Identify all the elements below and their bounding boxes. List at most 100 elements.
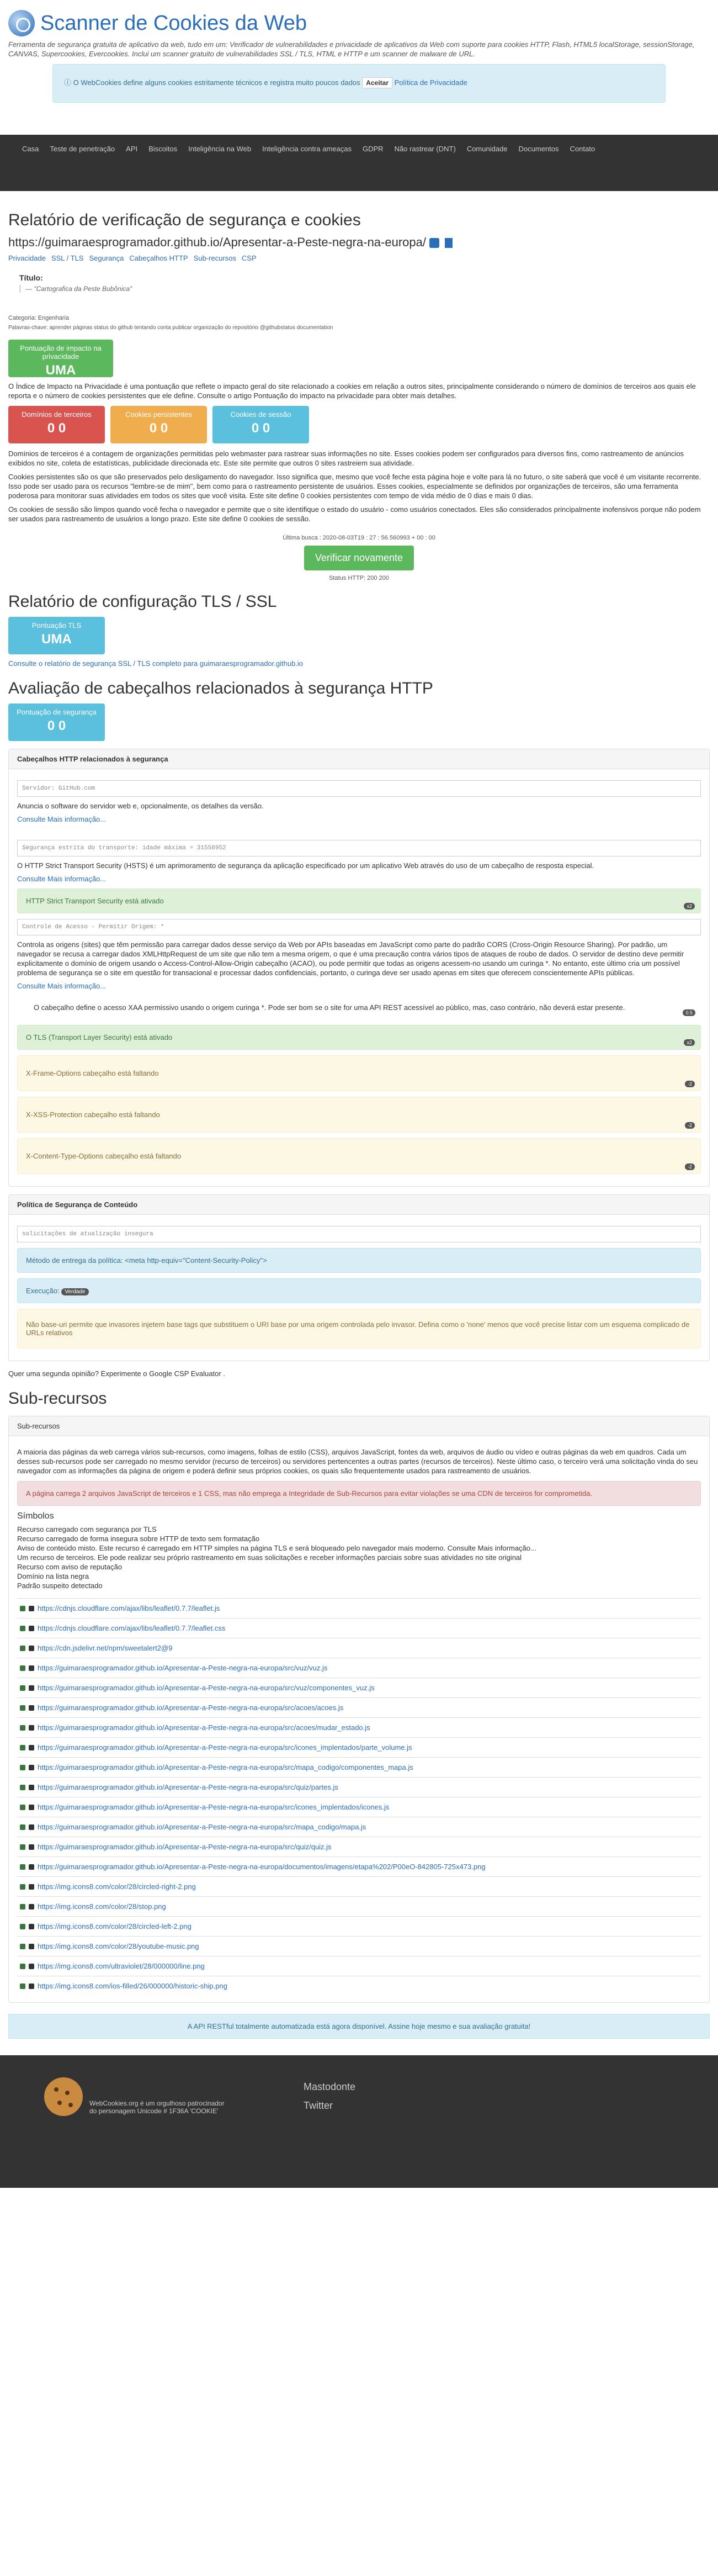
subresource-item: https://guimaraesprogramador.github.io/A… (17, 1658, 701, 1678)
subresource-link[interactable]: https://guimaraesprogramador.github.io/A… (38, 1743, 412, 1752)
tls-ok-text: O TLS (Transport Layer Security) está at… (26, 1033, 173, 1041)
server-more-link[interactable]: Consulte Mais informação... (17, 815, 106, 823)
nav-item[interactable]: Comunidade (461, 135, 513, 163)
subresource-item: https://img.icons8.com/ultraviolet/28/00… (17, 1956, 701, 1976)
subresource-item: https://img.icons8.com/color/28/youtube-… (17, 1936, 701, 1956)
privacy-impact-badge: Pontuação de impacto na privacidade UMA (8, 340, 113, 378)
tls-report-link[interactable]: Consulte o relatório de segurança SSL / … (8, 659, 303, 668)
nav-item[interactable]: Biscoitos (143, 135, 183, 163)
subresource-link[interactable]: https://guimaraesprogramador.github.io/A… (38, 1763, 413, 1771)
third-party-icon (29, 1864, 34, 1870)
sponsor-text: WebCookies.org é um orgulhoso patrocinad… (89, 2099, 225, 2115)
subresource-item: https://guimaraesprogramador.github.io/A… (17, 1697, 701, 1717)
lock-icon (20, 1665, 25, 1671)
main-nav: Casa Teste de penetração API Biscoitos Intel… (0, 135, 718, 191)
acao-more-link[interactable]: Consulte Mais informação... (17, 982, 106, 990)
privacy-policy-link[interactable]: Política de Privacidade (395, 78, 467, 87)
report-sublink[interactable]: SSL / TLS (51, 254, 84, 262)
badge-label: Cookies persistentes (125, 410, 192, 419)
cookie-notice: ⓘ O WebCookies define alguns cookies est… (52, 64, 666, 103)
subresource-link[interactable]: https://img.icons8.com/ultraviolet/28/00… (38, 1962, 205, 1970)
subresource-link[interactable]: https://guimaraesprogramador.github.io/A… (38, 1684, 375, 1692)
keywords: Palavras-chave: aprender páginas status … (8, 325, 333, 331)
nav-item[interactable]: Casa (17, 135, 44, 163)
lock-icon (20, 1824, 25, 1830)
nav-item[interactable]: Inteligência contra ameaças (257, 135, 357, 163)
nav-item[interactable]: Inteligência na Web (183, 135, 257, 163)
report-sublink[interactable]: CSP (242, 254, 257, 262)
security-score-value: 0 0 (47, 718, 66, 733)
csp-code: solicitações de atualização insegura (17, 1226, 701, 1242)
nav-item[interactable]: Teste de penetração (44, 135, 120, 163)
subresource-link[interactable]: https://img.icons8.com/ios-filled/26/000… (38, 1982, 227, 1990)
nav-item[interactable]: Não rastrear (DNT) (389, 135, 461, 163)
subresource-link[interactable]: https://cdnjs.cloudflare.com/ajax/libs/l… (38, 1604, 220, 1612)
cookie-badges: Domínios de terceiros 0 0 Cookies persiste… (8, 406, 710, 443)
subresource-item: https://guimaraesprogramador.github.io/A… (17, 1817, 701, 1837)
external-link-icon[interactable] (429, 238, 440, 248)
session-text: Os cookies de sessão são limpos quando v… (8, 505, 701, 523)
report-sublink[interactable]: Sub-recursos (194, 254, 236, 262)
subresource-link[interactable]: https://cdnjs.cloudflare.com/ajax/libs/l… (38, 1624, 225, 1632)
site-logo-icon[interactable] (8, 10, 35, 36)
subresource-link[interactable]: https://guimaraesprogramador.github.io/A… (38, 1863, 486, 1871)
subresource-link[interactable]: https://img.icons8.com/color/28/circled-… (38, 1922, 192, 1930)
nav-item[interactable]: API (120, 135, 143, 163)
api-banner[interactable]: A API RESTful totalmente automatizada es… (8, 2014, 710, 2039)
third-party-icon (29, 1685, 34, 1691)
subresource-link[interactable]: https://img.icons8.com/color/28/stop.png (38, 1902, 166, 1911)
lock-icon (20, 1645, 25, 1651)
accept-button[interactable]: Aceitar (362, 77, 392, 88)
http-headers-panel: Cabeçalhos HTTP relacionados à segurança… (8, 749, 710, 1187)
subresource-item: https://guimaraesprogramador.github.io/A… (17, 1856, 701, 1876)
trash-icon[interactable] (445, 238, 453, 248)
missing-alert: X-Content-Type-Options cabeçalho está fa… (17, 1138, 701, 1174)
nav-item[interactable]: Documentos (513, 135, 565, 163)
third-party-icon (29, 1963, 34, 1969)
cookie-notice-text: O WebCookies define alguns cookies estri… (73, 78, 360, 87)
tls-heading: Relatório de configuração TLS / SSL (8, 593, 277, 611)
subresource-link[interactable]: https://img.icons8.com/color/28/youtube-… (38, 1942, 199, 1950)
subresource-link[interactable]: https://cdn.jsdelivr.net/npm/sweetalert2… (38, 1644, 172, 1652)
subresource-link[interactable]: https://guimaraesprogramador.github.io/A… (38, 1704, 343, 1712)
subresources-text: A maioria das páginas da web carrega vár… (17, 1448, 698, 1475)
subresource-link[interactable]: https://guimaraesprogramador.github.io/A… (38, 1843, 332, 1851)
csp-second-opinion[interactable]: Quer uma segunda opinião? Experimente o … (8, 1369, 710, 1378)
symbol-item: Recurso com aviso de reputação (17, 1563, 123, 1571)
verify-again-button[interactable]: Verificar novamente (304, 546, 414, 570)
lock-icon (20, 1884, 25, 1890)
report-sublinks: Privacidade SSL / TLS Segurança Cabeçalhos … (8, 254, 710, 262)
cookie-count-badge: Cookies persistentes 0 0 (110, 406, 207, 443)
third-party-icon (29, 1844, 34, 1850)
lock-icon (20, 1764, 25, 1770)
report-sublink[interactable]: Cabeçalhos HTTP (129, 254, 188, 262)
report-url: https://guimaraesprogramador.github.io/A… (8, 235, 426, 249)
subresource-item: https://guimaraesprogramador.github.io/A… (17, 1678, 701, 1697)
server-header-code: Servidor: GitHub.com (17, 780, 701, 797)
report-sublink[interactable]: Segurança (89, 254, 124, 262)
subresource-link[interactable]: https://guimaraesprogramador.github.io/A… (38, 1723, 370, 1732)
acao-note: O cabeçalho define o acesso XAA permissi… (17, 996, 701, 1019)
missing-text: X-XSS-Protection cabeçalho está faltando (26, 1110, 160, 1119)
subresource-link[interactable]: https://guimaraesprogramador.github.io/A… (38, 1783, 338, 1791)
subresource-link[interactable]: https://img.icons8.com/color/28/circled-… (38, 1882, 196, 1891)
last-search: Última busca : 2020-08-03T19 : 27 : 56.5… (283, 535, 435, 541)
lock-icon (20, 1744, 25, 1750)
acao-header-code: Controle de Acesso - Permitir Origem: * (17, 919, 701, 935)
third-party-text: Domínios de terceiros é a contagem de or… (8, 449, 684, 467)
hsts-ok-alert: HTTP Strict Transport Security está ativ… (17, 888, 701, 913)
hsts-more-link[interactable]: Consulte Mais informação... (17, 875, 106, 883)
mastodon-link[interactable]: Mastodonte (304, 2077, 355, 2096)
nav-item[interactable]: GDPR (357, 135, 389, 163)
acao-text: Controla as origens (sites) que têm perm… (17, 940, 684, 977)
nav-item[interactable]: Contato (565, 135, 601, 163)
third-party-icon (29, 1804, 34, 1810)
info-icon: ⓘ (64, 78, 73, 87)
site-title[interactable]: Scanner de Cookies da Web (40, 12, 307, 35)
twitter-link[interactable]: Twitter (304, 2096, 355, 2115)
report-sublink[interactable]: Privacidade (8, 254, 46, 262)
subresource-link[interactable]: https://guimaraesprogramador.github.io/A… (38, 1803, 389, 1811)
csp-warning: Não base-uri permite que invasores injet… (17, 1309, 701, 1348)
subresource-link[interactable]: https://guimaraesprogramador.github.io/A… (38, 1664, 327, 1672)
subresource-link[interactable]: https://guimaraesprogramador.github.io/A… (38, 1823, 366, 1831)
